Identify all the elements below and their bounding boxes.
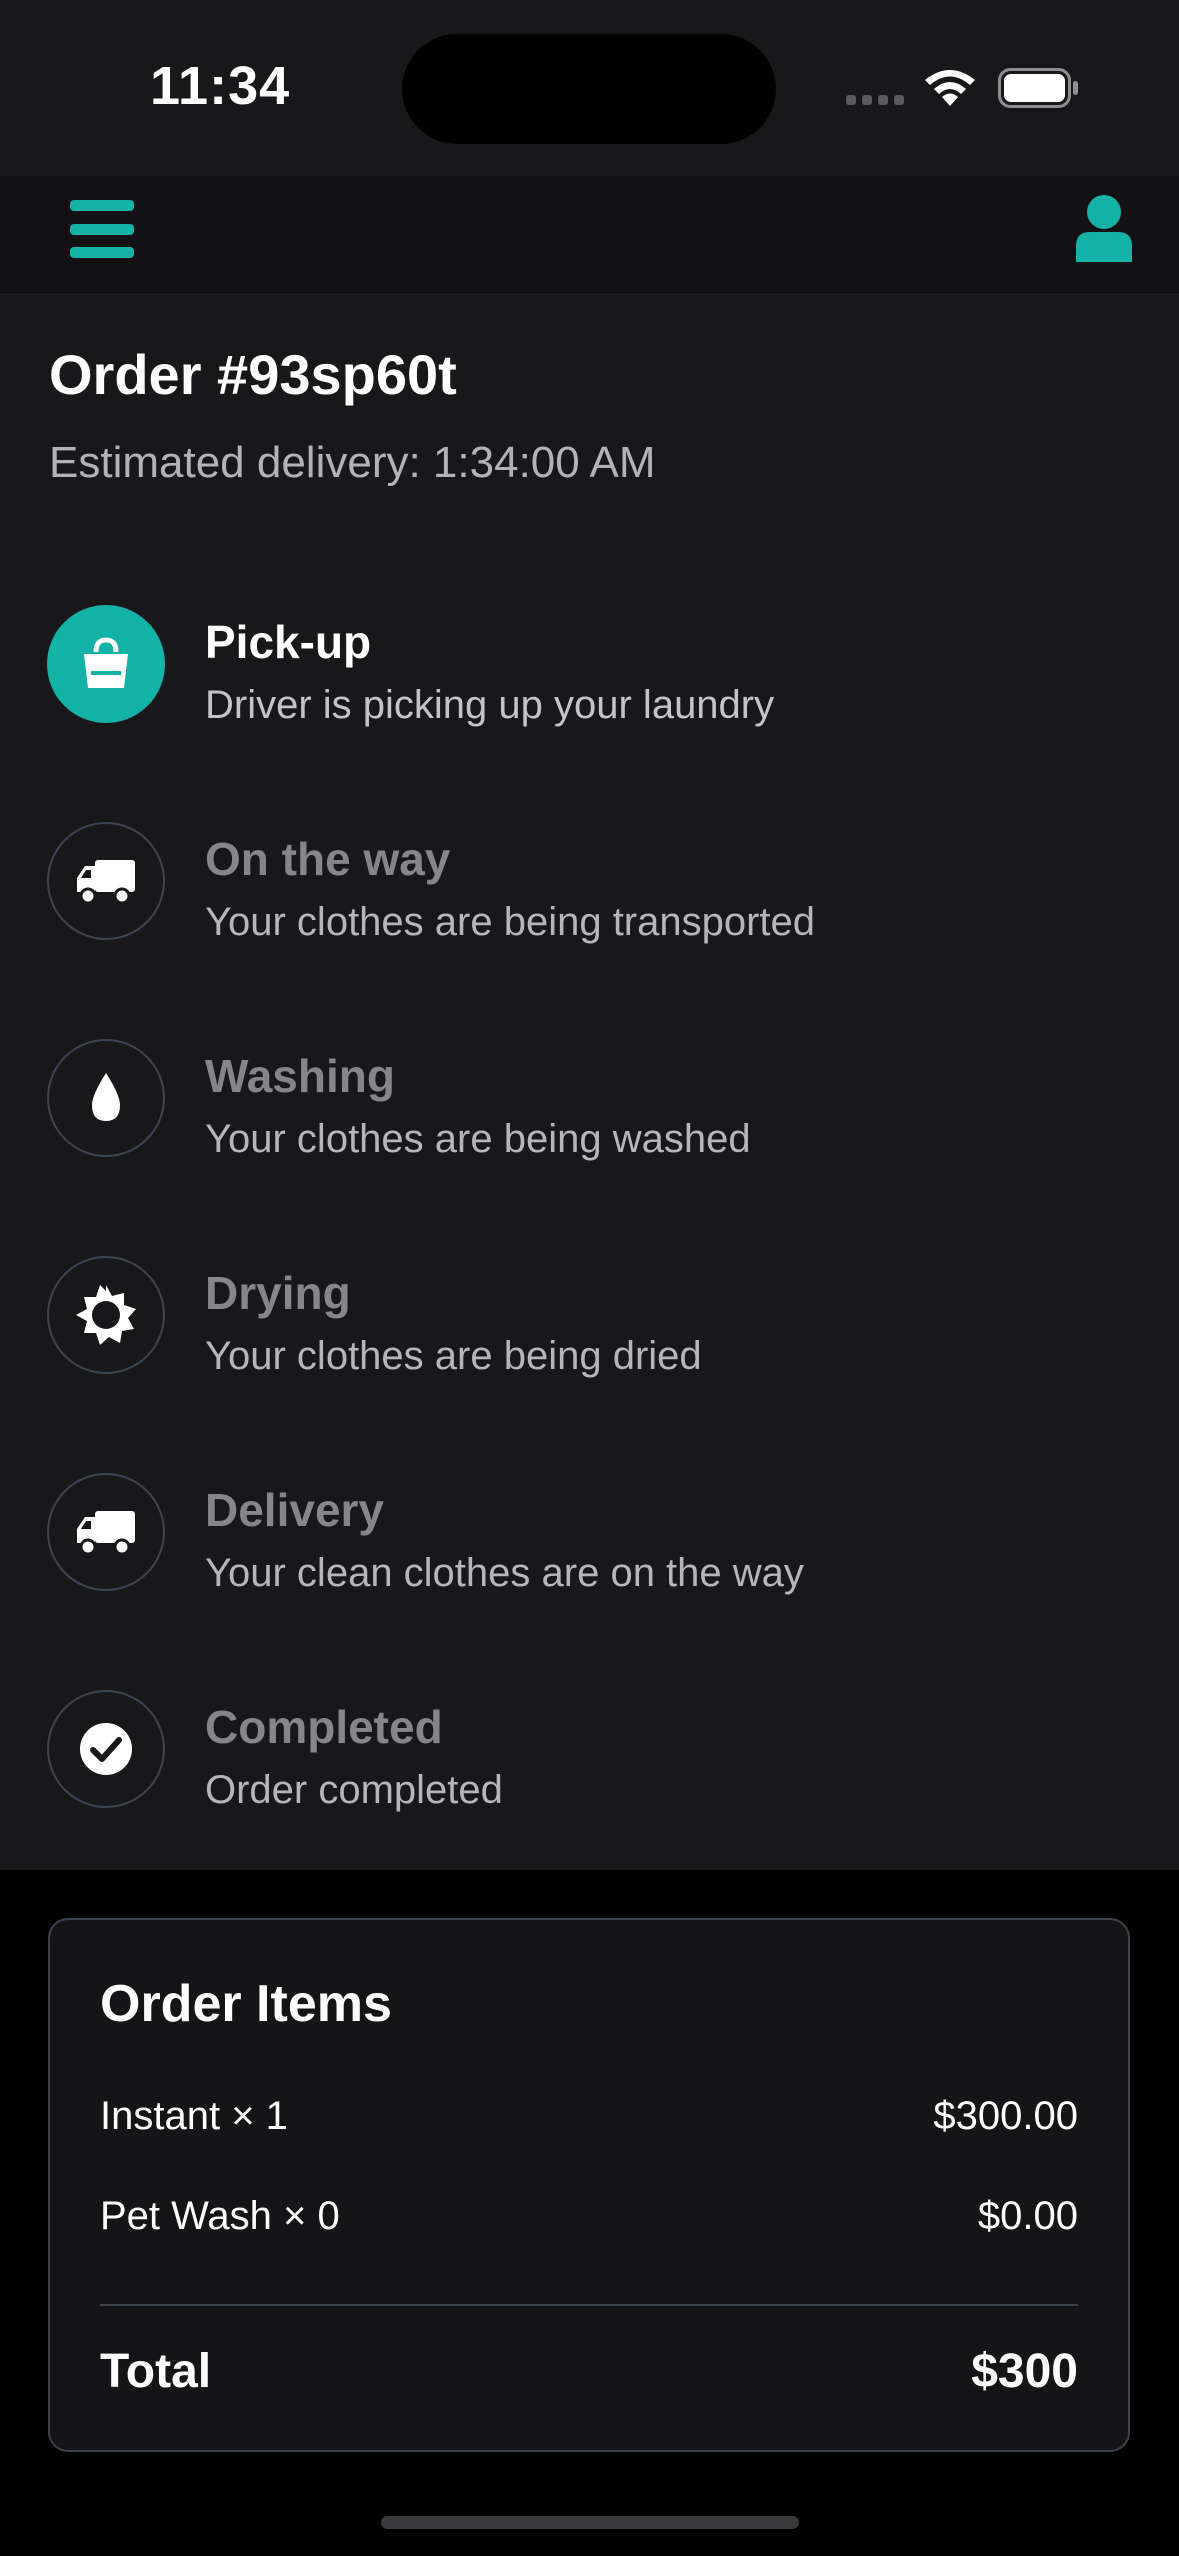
step-delivery: Delivery Your clean clothes are on the w… bbox=[47, 1473, 1147, 1597]
battery-icon bbox=[998, 68, 1078, 108]
step-title: Drying bbox=[205, 1267, 351, 1319]
shopping-bag-icon bbox=[84, 637, 128, 688]
home-indicator[interactable] bbox=[381, 2516, 799, 2529]
step-washing: Washing Your clothes are being washed bbox=[47, 1039, 1147, 1163]
divider bbox=[100, 2304, 1078, 2306]
truck-icon bbox=[77, 860, 135, 905]
step-title: Pick-up bbox=[205, 616, 372, 668]
step-title: Completed bbox=[205, 1701, 443, 1753]
cellular-signal-icon bbox=[846, 95, 904, 105]
step-description: Your clothes are being dried bbox=[205, 1334, 702, 1378]
step-description: Your clothes are being transported bbox=[205, 900, 816, 944]
order-items-title: Order Items bbox=[100, 1975, 392, 2033]
item-name: Pet Wash × 0 bbox=[100, 2194, 340, 2238]
total-amount: $300 bbox=[971, 2345, 1078, 2398]
step-drying: Drying Your clothes are being dried bbox=[47, 1256, 1147, 1380]
step-icon-circle bbox=[47, 1039, 165, 1157]
step-description: Your clean clothes are on the way bbox=[205, 1551, 804, 1595]
status-time: 11:34 bbox=[150, 56, 291, 116]
sun-icon bbox=[76, 1285, 136, 1345]
step-on-the-way: On the way Your clothes are being transp… bbox=[47, 822, 1147, 946]
app-header bbox=[0, 176, 1179, 295]
step-title: Delivery bbox=[205, 1484, 385, 1536]
step-description: Order completed bbox=[205, 1768, 503, 1812]
step-description: Driver is picking up your laundry bbox=[205, 683, 775, 727]
order-items-card: Order Items Instant × 1 $300.00 Pet Wash… bbox=[48, 1918, 1130, 2452]
item-price: $0.00 bbox=[977, 2194, 1078, 2238]
truck-icon bbox=[77, 1511, 135, 1556]
step-title: On the way bbox=[205, 833, 451, 885]
order-title: Order #93sp60t bbox=[49, 343, 457, 406]
step-title: Washing bbox=[205, 1050, 395, 1102]
step-completed: Completed Order completed bbox=[47, 1690, 1147, 1814]
hamburger-menu-icon[interactable] bbox=[70, 200, 134, 258]
item-price: $300.00 bbox=[933, 2094, 1078, 2138]
estimated-delivery: Estimated delivery: 1:34:00 AM bbox=[49, 438, 656, 487]
water-drop-icon bbox=[92, 1073, 120, 1121]
step-icon-circle bbox=[47, 1473, 165, 1591]
step-pick-up: Pick-up Driver is picking up your laundr… bbox=[47, 605, 1147, 729]
wifi-icon bbox=[925, 70, 975, 106]
step-icon-circle bbox=[47, 1690, 165, 1808]
total-row: Total $300 bbox=[100, 2344, 1078, 2404]
step-icon-circle bbox=[47, 1256, 165, 1374]
dynamic-island bbox=[402, 34, 776, 144]
step-icon-circle bbox=[47, 822, 165, 940]
order-item-row: Instant × 1 $300.00 bbox=[100, 2094, 1078, 2144]
step-icon-circle bbox=[47, 605, 165, 723]
total-label: Total bbox=[100, 2345, 212, 2398]
check-circle-icon bbox=[80, 1723, 132, 1775]
item-name: Instant × 1 bbox=[100, 2094, 288, 2138]
step-description: Your clothes are being washed bbox=[205, 1117, 751, 1161]
user-icon[interactable] bbox=[1076, 194, 1132, 262]
order-item-row: Pet Wash × 0 $0.00 bbox=[100, 2194, 1078, 2244]
